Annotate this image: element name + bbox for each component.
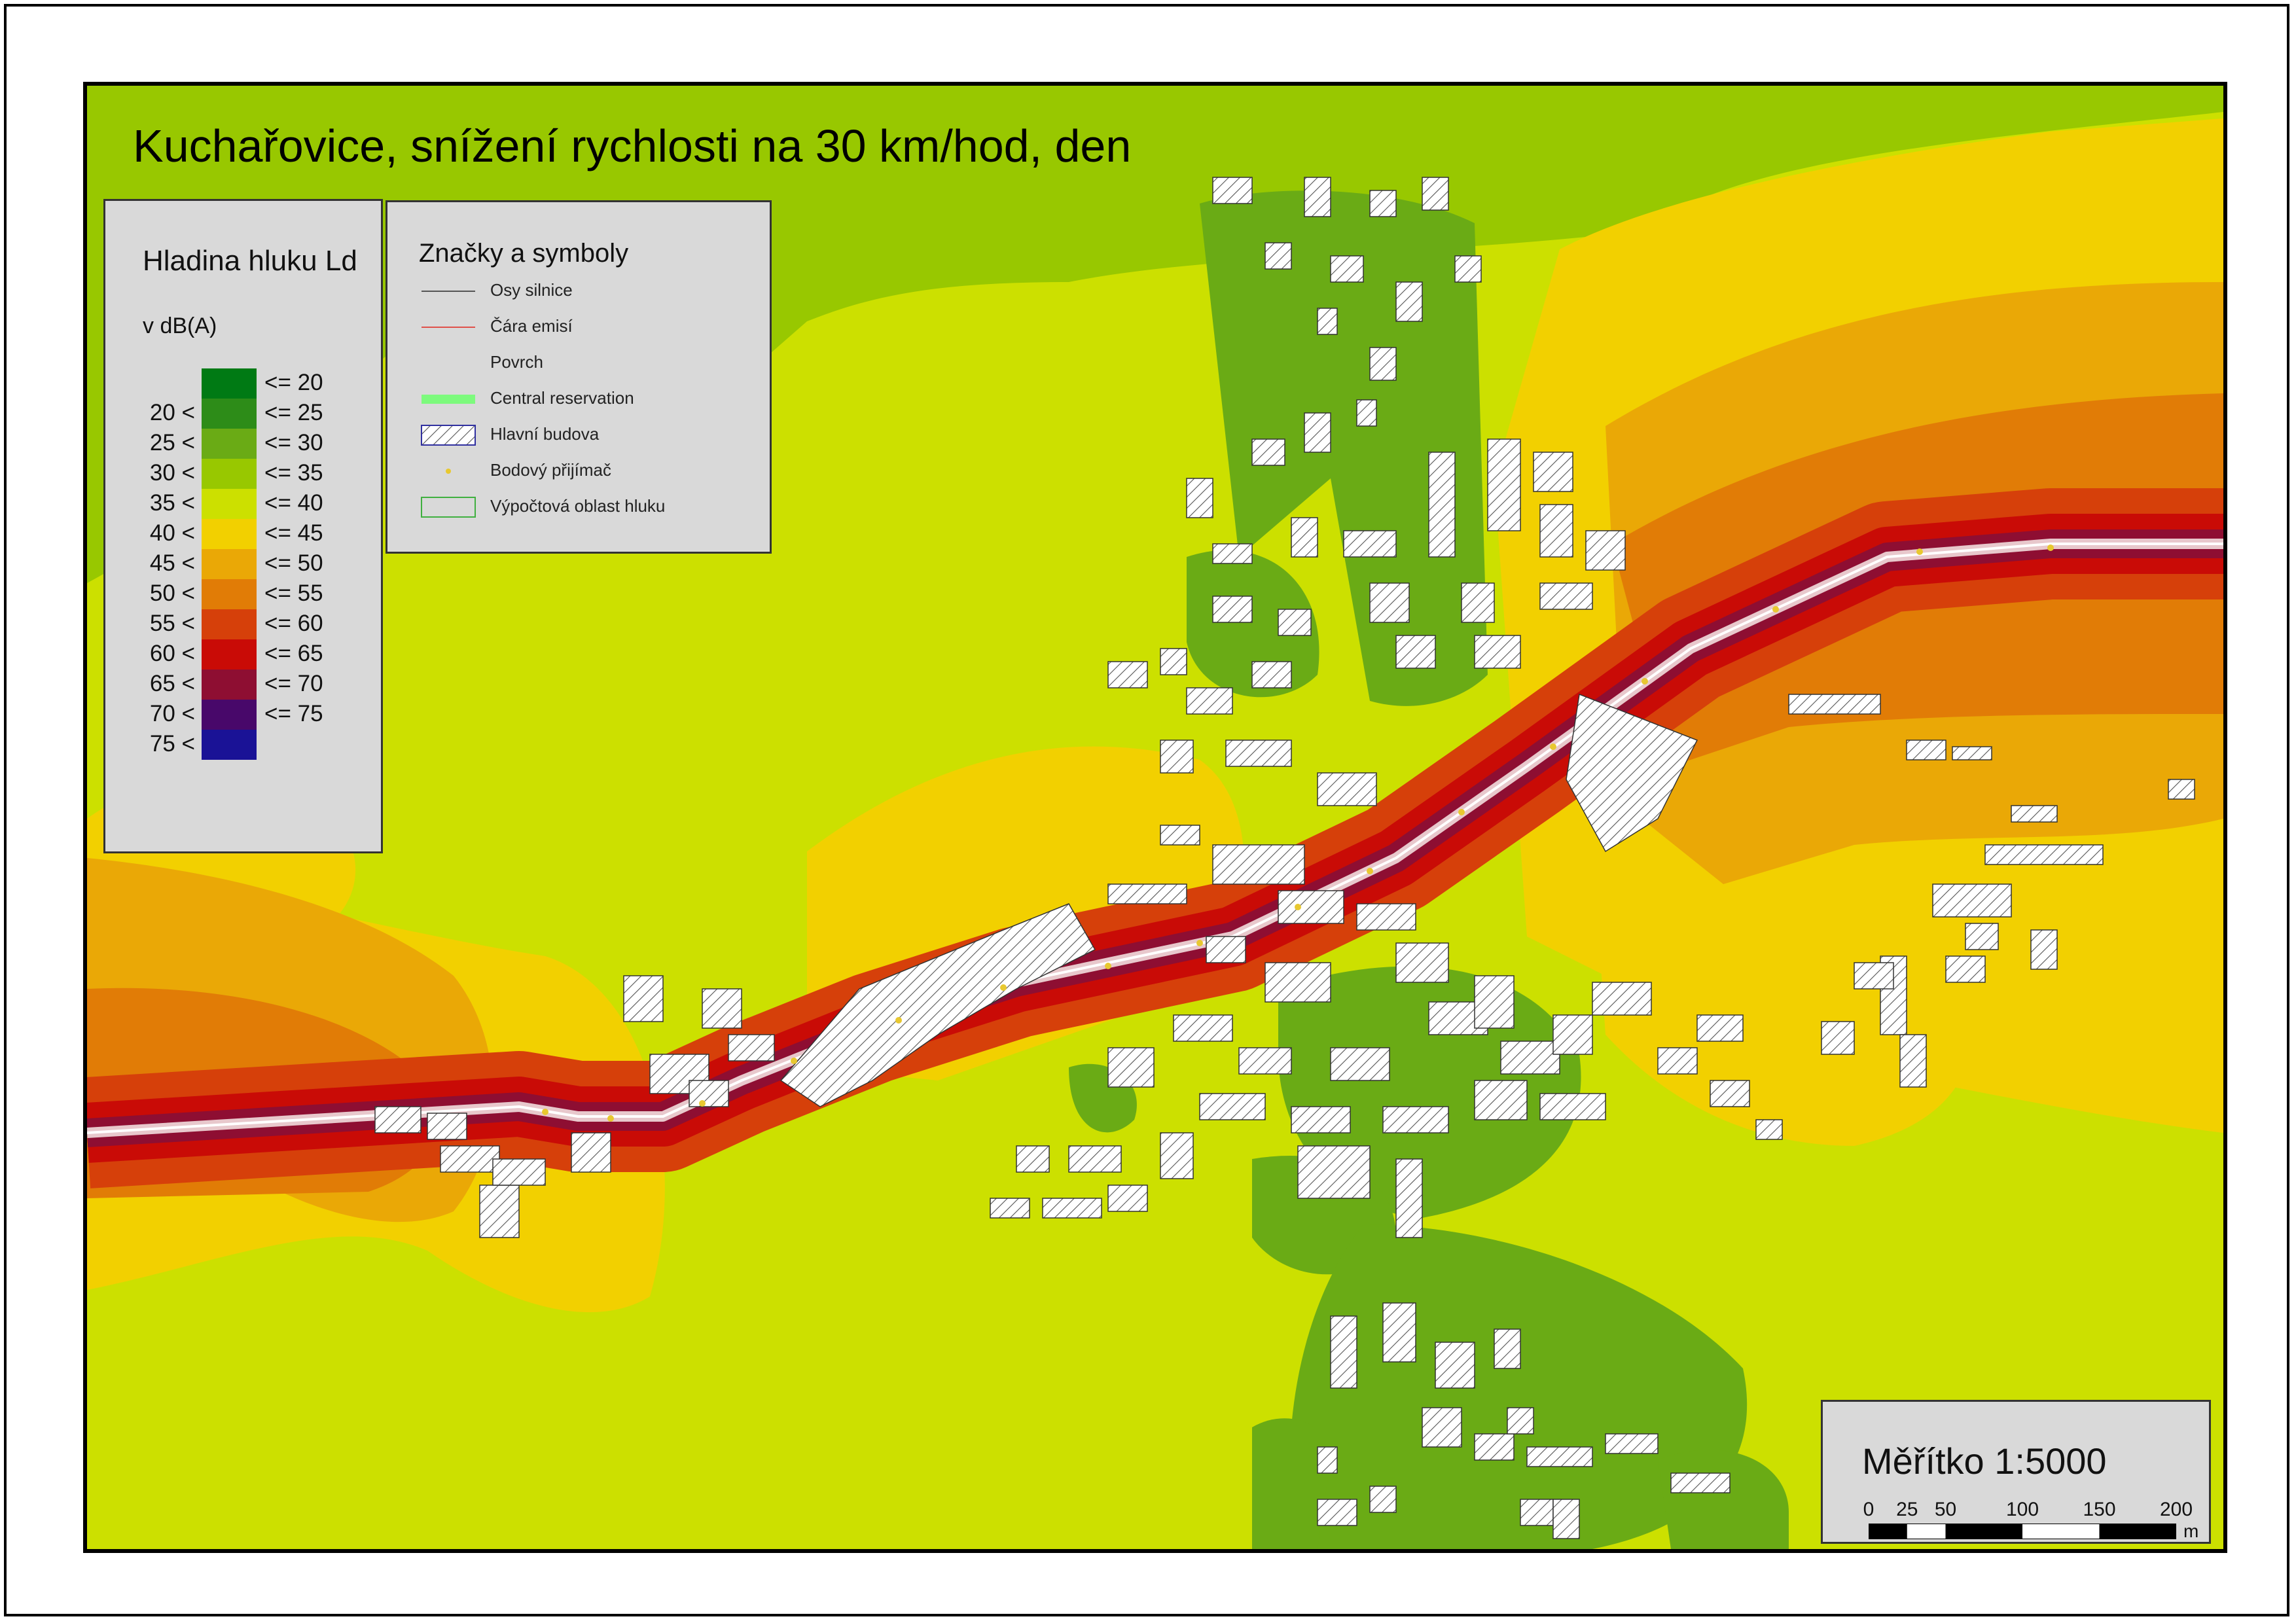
scale-label: Měřítko 1:5000: [1862, 1440, 2107, 1482]
legend-title: Hladina hluku Ld: [143, 245, 357, 277]
symbol-row: Osy silnice: [387, 277, 774, 306]
symbol-label: Central reservation: [490, 388, 634, 408]
legend-color-swatch: [202, 609, 257, 639]
legend-color-swatch: [202, 429, 257, 459]
symbol-row: Hlavní budova: [387, 421, 774, 450]
legend-color-swatch: [202, 579, 257, 609]
noise-legend-panel: Hladina hluku Ld v dB(A) <= 20 20 < <= 25 2…: [103, 199, 383, 853]
legend-row: 55 < <= 60: [105, 609, 385, 639]
legend-row: 70 < <= 75: [105, 700, 385, 730]
legend-row: 60 < <= 65: [105, 639, 385, 669]
symbol-label: Bodový přijímač: [490, 460, 611, 480]
legend-upper-bound: <= 75: [264, 701, 323, 726]
legend-upper-bound: <= 50: [264, 550, 323, 576]
scale-tick-label: 150: [2083, 1499, 2116, 1520]
symbol-sample-fill: [422, 395, 475, 404]
legend-color-swatch: [202, 368, 257, 399]
legend-lower-bound: 65 <: [149, 671, 195, 696]
scale-unit: m: [2183, 1521, 2199, 1541]
symbol-label: Hlavní budova: [490, 424, 600, 444]
symbol-sample-none: [420, 352, 476, 374]
legend-upper-bound: <= 65: [264, 641, 323, 666]
scale-tick-label: 25: [1896, 1499, 1918, 1520]
symbol-row: Bodový přijímač: [387, 457, 774, 486]
symbol-sample-line: [422, 327, 475, 328]
map-frame: Kuchařovice, snížení rychlosti na 30 km/…: [83, 82, 2227, 1553]
legend-upper-bound: <= 60: [264, 611, 323, 636]
legend-upper-bound: <= 30: [264, 430, 323, 455]
legend-row: 45 < <= 50: [105, 549, 385, 579]
legend-row: 50 < <= 55: [105, 579, 385, 609]
scale-tick-label: 0: [1863, 1499, 1874, 1520]
legend-upper-bound: <= 70: [264, 671, 323, 696]
symbol-sample-line: [422, 291, 475, 292]
symbol-row: Povrch: [387, 349, 774, 378]
symbol-label: Čára emisí: [490, 316, 573, 336]
symbol-sample-hatch: [421, 425, 476, 446]
legend-lower-bound: 40 <: [149, 520, 195, 546]
legend-row: 30 < <= 35: [105, 459, 385, 489]
legend-lower-bound: 25 <: [149, 430, 195, 455]
legend-row: 35 < <= 40: [105, 489, 385, 519]
scale-tick-label: 200: [2159, 1499, 2193, 1520]
legend-lower-bound: 35 <: [149, 490, 195, 516]
legend-color-swatch: [202, 639, 257, 669]
map-title: Kuchařovice, snížení rychlosti na 30 km/…: [133, 120, 1132, 171]
symbols-panel: Značky a symboly Osy silnice Čára emisí Po…: [386, 200, 772, 554]
symbol-row: Central reservation: [387, 385, 774, 414]
legend-color-swatch: [202, 730, 257, 760]
legend-upper-bound: <= 20: [264, 370, 323, 395]
scale-tick-label: 100: [2005, 1499, 2039, 1520]
legend-upper-bound: <= 45: [264, 520, 323, 546]
symbol-label: Výpočtová oblast hluku: [490, 496, 666, 516]
legend-lower-bound: 75 <: [149, 731, 195, 757]
legend-lower-bound: 45 <: [149, 550, 195, 576]
legend-row: 20 < <= 25: [105, 399, 385, 429]
legend-row: 40 < <= 45: [105, 519, 385, 549]
symbol-row: Výpočtová oblast hluku: [387, 493, 774, 522]
symbol-sample-point: [446, 469, 451, 474]
legend-row: 75 <: [105, 730, 385, 760]
symbol-row: Čára emisí: [387, 313, 774, 342]
legend-upper-bound: <= 40: [264, 490, 323, 516]
legend-lower-bound: 30 <: [149, 460, 195, 486]
legend-lower-bound: 20 <: [149, 400, 195, 425]
symbol-label: Povrch: [490, 352, 543, 372]
legend-lower-bound: 55 <: [149, 611, 195, 636]
symbols-title: Značky a symboly: [419, 239, 629, 268]
legend-color-swatch: [202, 519, 257, 549]
symbol-label: Osy silnice: [490, 280, 573, 300]
scale-bar: [1869, 1524, 2176, 1539]
legend-color-swatch: [202, 549, 257, 579]
scale-panel: Měřítko 1:5000 0 25 50 100 150 200 m: [1821, 1400, 2211, 1544]
scale-tick-label: 50: [1934, 1499, 1957, 1520]
legend-color-swatch: [202, 459, 257, 489]
legend-upper-bound: <= 35: [264, 460, 323, 486]
legend-lower-bound: 50 <: [149, 580, 195, 606]
symbol-sample-outline: [421, 497, 476, 518]
legend-row: 25 < <= 30: [105, 429, 385, 459]
legend-upper-bound: <= 55: [264, 580, 323, 606]
legend-row: 65 < <= 70: [105, 669, 385, 700]
legend-color-swatch: [202, 700, 257, 730]
legend-color-swatch: [202, 489, 257, 519]
legend-lower-bound: 70 <: [149, 701, 195, 726]
legend-color-swatch: [202, 399, 257, 429]
legend-unit: v dB(A): [143, 313, 217, 338]
legend-upper-bound: <= 25: [264, 400, 323, 425]
legend-lower-bound: 60 <: [149, 641, 195, 666]
page-border: Kuchařovice, snížení rychlosti na 30 km/…: [4, 4, 2289, 1616]
legend-color-swatch: [202, 669, 257, 700]
legend-row: <= 20: [105, 368, 385, 399]
